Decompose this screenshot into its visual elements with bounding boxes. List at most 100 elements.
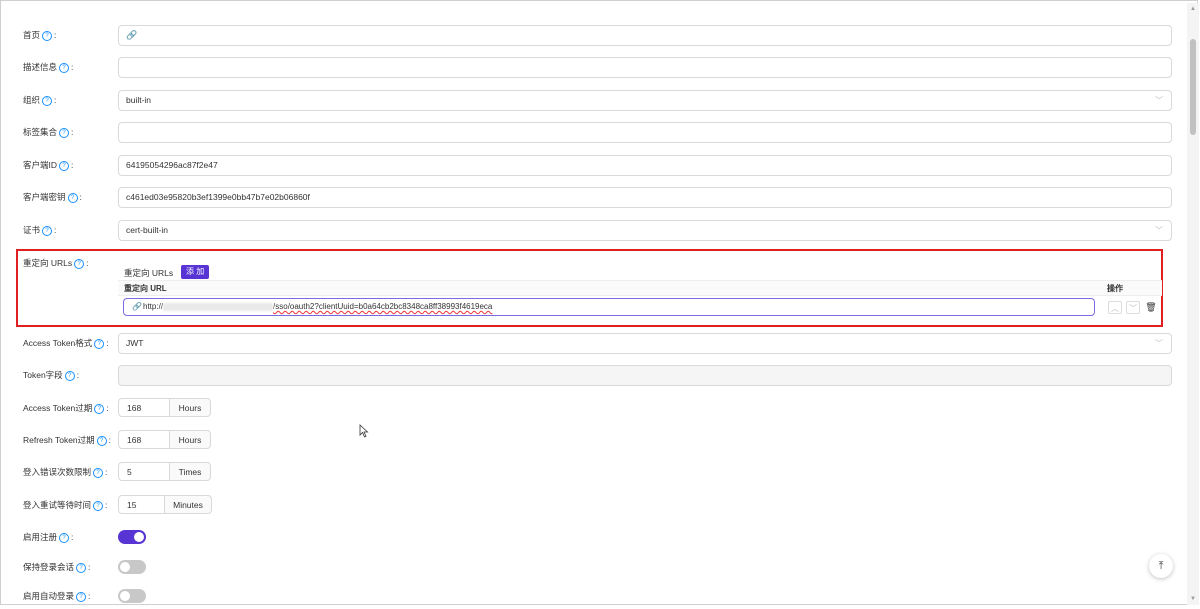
cert-value: cert-built-in [126,225,169,235]
access-expire-unit: Hours [169,398,211,417]
move-up-button[interactable]: ︿ [1108,301,1122,314]
login-fail-limit-unit: Times [169,462,211,481]
cert-row: 证书?: cert-built-in ﹀ [1,219,1181,243]
help-icon[interactable]: ? [42,30,53,41]
keep-session-label: 保持登录会话?: [23,562,91,573]
redirect-column-headers: 重定向 URL 操作 [118,281,1162,296]
organization-value: built-in [126,95,152,105]
help-icon[interactable]: ? [94,403,105,414]
help-icon[interactable]: ? [94,338,105,349]
client-secret-input[interactable]: c461ed03e95820b3ef1399e0bb47b7e02b06860f [118,187,1172,208]
back-to-top-button[interactable]: ⤒ [1149,554,1173,578]
help-icon[interactable]: ? [59,160,70,171]
help-icon[interactable]: ? [42,95,53,106]
link-icon: 🔗 [132,302,142,311]
window-frame: 首页?: 🔗 描述信息?: 组织?: built-in ﹀ 标签集合?: 客户端… [0,0,1199,605]
tags-select[interactable] [118,122,1172,143]
auto-signin-toggle[interactable] [118,589,146,603]
access-expire-label: Access Token过期?: [23,403,109,414]
refresh-expire-unit: Hours [169,430,211,449]
link-icon: 🔗 [126,30,138,40]
description-input[interactable] [118,57,1172,78]
help-icon[interactable]: ? [93,500,104,511]
chevron-down-icon: ﹀ [1155,226,1163,235]
toggle-knob [120,562,130,572]
keep-session-row: 保持登录会话?: [1,556,1181,580]
description-row: 描述信息?: [1,56,1181,80]
mouse-cursor-icon [359,424,369,438]
help-icon[interactable]: ? [74,258,85,269]
help-icon[interactable]: ? [76,591,87,602]
redirect-action-column: 操作 [1107,284,1123,293]
organization-label: 组织?: [23,95,57,106]
move-down-button[interactable]: ﹀ [1126,301,1140,314]
enable-signup-toggle[interactable] [118,530,146,544]
client-id-row: 客户端ID?: 64195054296ac87f2e47 [1,154,1181,178]
description-label: 描述信息?: [23,62,74,73]
login-retry-wait-unit: Minutes [164,495,212,514]
token-fields-label: Token字段?: [23,370,80,381]
chevron-down-icon: ﹀ [1155,96,1163,105]
login-retry-wait-label: 登入重试等待时间?: [23,500,108,511]
enable-signup-label: 启用注册?: [23,532,74,543]
login-fail-limit-label: 登入错误次数限制?: [23,467,108,478]
vertical-scrollbar[interactable]: ▲ ▼ [1187,3,1199,605]
client-id-input[interactable]: 64195054296ac87f2e47 [118,155,1172,176]
arrow-up-icon: ⤒ [1158,560,1164,572]
redirect-url-column: 重定向 URL [124,284,167,293]
toggle-knob [134,532,144,542]
redirect-url-text: http:///sso/oauth2?clientUuid=b0a64cb2bc… [143,302,493,311]
auto-signin-label: 启用自动登录?: [23,591,91,602]
login-fail-limit-row: 登入错误次数限制?: 5 Times [1,461,1181,485]
redirect-section-title: 重定向 URLs [124,268,174,278]
token-format-row: Access Token格式?: JWT ﹀ [1,332,1181,356]
redirect-label: 重定向 URLs?: [23,258,89,269]
help-icon[interactable]: ? [76,562,87,573]
auto-signin-row: 启用自动登录?: [1,585,1181,609]
homepage-row: 首页?: 🔗 [1,24,1181,48]
token-format-value: JWT [126,338,144,348]
enable-signup-row: 启用注册?: [1,526,1181,550]
scroll-up-icon[interactable]: ▲ [1189,5,1197,13]
redirect-url-input[interactable]: 🔗 http:///sso/oauth2?clientUuid=b0a64cb2… [123,298,1095,316]
help-icon[interactable]: ? [59,127,70,138]
trash-icon[interactable]: 🗑 [1144,301,1158,314]
refresh-expire-input[interactable]: 168 [118,430,170,449]
homepage-input[interactable]: 🔗 [118,25,1172,46]
token-fields-row: Token字段?: [1,364,1181,388]
login-retry-wait-input[interactable]: 15 [118,495,165,514]
toggle-knob [120,591,130,601]
organization-row: 组织?: built-in ﹀ [1,89,1181,113]
tags-label: 标签集合?: [23,127,74,138]
access-expire-row: Access Token过期?: 168 Hours [1,397,1181,421]
token-format-label: Access Token格式?: [23,338,109,349]
login-retry-wait-row: 登入重试等待时间?: 15 Minutes [1,494,1181,518]
redirect-urls-row: 重定向 URLs?: 重定向 URLs 添 加 重定向 URL 操作 🔗 htt… [1,252,1181,322]
client-secret-row: 客户端密钥?: c461ed03e95820b3ef1399e0bb47b7e0… [1,186,1181,210]
help-icon[interactable]: ? [96,435,107,446]
keep-session-toggle[interactable] [118,560,146,574]
organization-select[interactable]: built-in ﹀ [118,90,1172,111]
login-fail-limit-input[interactable]: 5 [118,462,170,481]
client-secret-label: 客户端密钥?: [23,192,82,203]
redirect-table-header: 重定向 URLs 添 加 [118,265,1162,281]
help-icon[interactable]: ? [59,62,70,73]
help-icon[interactable]: ? [67,192,78,203]
cert-select[interactable]: cert-built-in ﹀ [118,220,1172,241]
refresh-expire-label: Refresh Token过期?: [23,435,112,446]
access-expire-input[interactable]: 168 [118,398,170,417]
token-format-select[interactable]: JWT ﹀ [118,333,1172,354]
scrollbar-thumb[interactable] [1190,39,1196,135]
help-icon[interactable]: ? [59,532,70,543]
scroll-down-icon[interactable]: ▼ [1189,595,1197,603]
token-fields-select[interactable] [118,365,1172,386]
help-icon[interactable]: ? [64,370,75,381]
help-icon[interactable]: ? [93,467,104,478]
chevron-down-icon: ﹀ [1155,339,1163,348]
add-redirect-button[interactable]: 添 加 [181,265,210,279]
cert-label: 证书?: [23,225,57,236]
client-id-label: 客户端ID?: [23,160,74,171]
help-icon[interactable]: ? [42,225,53,236]
redacted-host [163,302,274,311]
homepage-label: 首页?: [23,30,57,41]
